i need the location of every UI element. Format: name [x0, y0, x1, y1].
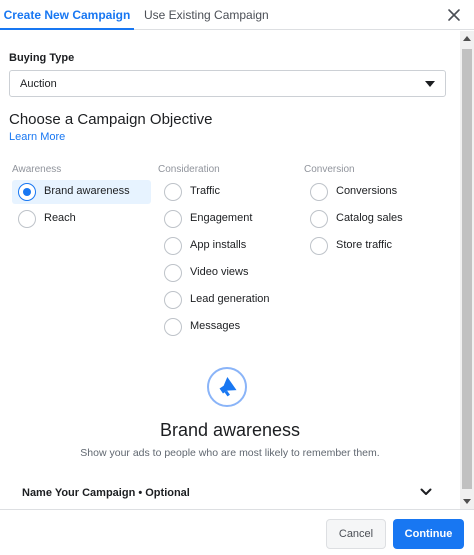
- name-campaign-section-toggle[interactable]: Name Your Campaign • Optional: [0, 478, 460, 508]
- option-label: Reach: [44, 212, 76, 224]
- option-label: Lead generation: [190, 293, 270, 305]
- scroll-down-arrow-icon[interactable]: [463, 499, 471, 504]
- radio-button[interactable]: [164, 291, 182, 309]
- objective-option-video-views[interactable]: Video views: [158, 261, 298, 285]
- option-label: Messages: [190, 320, 241, 332]
- objective-option-engagement[interactable]: Engagement: [158, 207, 298, 231]
- radio-button[interactable]: [18, 183, 36, 201]
- awareness-heading: Awareness: [12, 164, 62, 175]
- tab-use-existing-campaign[interactable]: Use Existing Campaign: [144, 0, 269, 30]
- objective-option-store-traffic[interactable]: Store traffic: [304, 234, 444, 258]
- objective-detail-title: Brand awareness: [159, 420, 301, 440]
- objective-option-traffic[interactable]: Traffic: [158, 180, 298, 204]
- dialog-footer: Cancel Continue: [0, 509, 474, 555]
- objective-option-catalog-sales[interactable]: Catalog sales: [304, 207, 444, 231]
- tab-bar: Create New Campaign Use Existing Campaig…: [0, 0, 474, 30]
- chevron-down-icon: [420, 488, 432, 495]
- objective-option-messages[interactable]: Messages: [158, 315, 298, 339]
- objective-option-app-installs[interactable]: App installs: [158, 234, 298, 258]
- tab-create-new-campaign[interactable]: Create New Campaign: [0, 0, 134, 30]
- option-label: Conversions: [336, 185, 398, 197]
- buying-type-select[interactable]: Auction: [9, 70, 446, 97]
- learn-more-link[interactable]: Learn More: [9, 131, 65, 143]
- option-label: Engagement: [190, 212, 253, 224]
- scrollbar-thumb[interactable]: [462, 49, 472, 489]
- option-label: Traffic: [190, 185, 220, 197]
- objective-option-brand-awareness[interactable]: Brand awareness: [12, 180, 151, 204]
- name-campaign-label: Name Your Campaign • Optional: [22, 487, 190, 499]
- radio-button[interactable]: [310, 210, 328, 228]
- objective-title: Choose a Campaign Objective: [9, 111, 213, 128]
- radio-button[interactable]: [18, 210, 36, 228]
- objective-option-reach[interactable]: Reach: [12, 207, 151, 231]
- dialog-body[interactable]: Buying Type Auction Choose a Campaign Ob…: [0, 31, 474, 509]
- close-icon[interactable]: [446, 7, 462, 23]
- option-label: App installs: [190, 239, 247, 251]
- radio-button[interactable]: [164, 183, 182, 201]
- option-label: Brand awareness: [44, 185, 130, 197]
- megaphone-icon: [207, 367, 247, 407]
- buying-type-value: Auction: [20, 78, 57, 90]
- option-label: Catalog sales: [336, 212, 403, 224]
- caret-down-icon: [425, 81, 435, 87]
- option-label: Video views: [190, 266, 249, 278]
- buying-type-label: Buying Type: [9, 52, 75, 64]
- radio-button[interactable]: [164, 318, 182, 336]
- option-label: Store traffic: [336, 239, 393, 251]
- consideration-heading: Consideration: [158, 164, 220, 175]
- radio-button[interactable]: [164, 210, 182, 228]
- radio-button[interactable]: [164, 237, 182, 255]
- scroll-up-arrow-icon[interactable]: [463, 36, 471, 41]
- radio-button[interactable]: [164, 264, 182, 282]
- cancel-button[interactable]: Cancel: [326, 519, 386, 549]
- objective-detail-description: Show your ads to people who are most lik…: [80, 447, 380, 459]
- conversion-heading: Conversion: [304, 164, 355, 175]
- vertical-scrollbar[interactable]: [460, 31, 474, 509]
- radio-button[interactable]: [310, 237, 328, 255]
- radio-button[interactable]: [310, 183, 328, 201]
- objective-option-conversions[interactable]: Conversions: [304, 180, 444, 204]
- objective-option-lead-generation[interactable]: Lead generation: [158, 288, 298, 312]
- continue-button[interactable]: Continue: [393, 519, 464, 549]
